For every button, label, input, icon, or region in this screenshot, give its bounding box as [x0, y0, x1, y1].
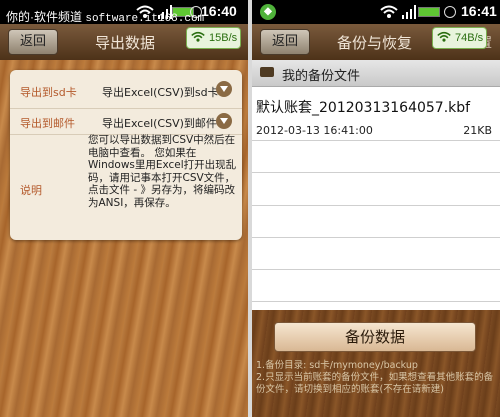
watermark: 你的·软件频道 software.it168.com — [6, 8, 204, 25]
section-title: 我的备份文件 — [282, 69, 361, 84]
list-divider — [252, 269, 500, 270]
status-time-left: 16:40 — [201, 3, 237, 19]
description-text: 您可以导出数据到CSV中然后在电脑中查看。 您如果在Windows里用Excel… — [88, 134, 237, 209]
export-options-card: 导出到sd卡 导出Excel(CSV)到sd卡 导出到邮件 导出Excel(CS… — [10, 70, 242, 240]
list-divider — [252, 237, 500, 238]
chevron-down-icon[interactable] — [216, 81, 232, 97]
wifi-icon — [437, 31, 451, 42]
row-label: 说明 — [20, 184, 42, 197]
watermark-text: 你的·软件频道 — [6, 10, 82, 24]
description-row: 说明 您可以导出数据到CSV中然后在电脑中查看。 您如果在Windows里用Ex… — [10, 134, 242, 240]
title-bar-backup: 返回 备份与恢复 设置 74B/s — [252, 24, 500, 61]
title-bar-export: 返回 导出数据 15B/s — [0, 24, 248, 61]
app-logo-icon: ◆ — [260, 4, 276, 20]
watermark-domain: software.it168.com — [85, 13, 205, 25]
backup-notes: 1.备份目录: sd卡/mymoney/backup 2.只显示当前账套的备份文… — [256, 360, 494, 395]
wifi-icon — [191, 31, 205, 42]
list-divider — [252, 301, 500, 302]
backup-file-date: 2012-03-13 16:41:00 — [256, 124, 373, 137]
list-divider — [252, 172, 500, 173]
backup-data-button[interactable]: 备份数据 — [274, 322, 476, 352]
back-button[interactable]: 返回 — [260, 29, 310, 55]
screenshot-composite: 16:40 ◆ 16:41 你的·软件频道 software.it168.com… — [0, 0, 500, 417]
back-button[interactable]: 返回 — [8, 29, 58, 55]
chevron-down-icon[interactable] — [216, 113, 232, 129]
folder-icon — [260, 67, 274, 77]
network-speed-badge: 15B/s — [186, 27, 242, 49]
backup-file-name[interactable]: 默认账套_20120313164057.kbf — [256, 97, 470, 117]
row-value: 导出Excel(CSV)到邮件 — [102, 117, 217, 130]
status-time-right: 16:41 — [461, 3, 497, 19]
list-divider — [252, 140, 500, 141]
wifi-icon — [380, 5, 398, 18]
battery-icon — [418, 7, 440, 17]
backup-file-size: 21KB — [463, 124, 492, 137]
export-panel: 导出到sd卡 导出Excel(CSV)到sd卡 导出到邮件 导出Excel(CS… — [0, 60, 248, 417]
status-bar-right: ◆ 16:41 — [252, 0, 500, 24]
network-speed-badge: 74B/s — [432, 27, 488, 49]
row-value: 导出Excel(CSV)到sd卡 — [102, 86, 219, 99]
row-label: 导出到sd卡 — [20, 86, 77, 99]
row-label: 导出到邮件 — [20, 117, 75, 130]
backup-panel: 我的备份文件 默认账套_20120313164057.kbf 2012-03-1… — [252, 60, 500, 417]
list-divider — [252, 205, 500, 206]
network-speed-value: 74B/s — [455, 32, 484, 44]
export-sd-row[interactable]: 导出到sd卡 导出Excel(CSV)到sd卡 — [10, 70, 242, 109]
export-email-row[interactable]: 导出到邮件 导出Excel(CSV)到邮件 — [10, 108, 242, 135]
page-title: 导出数据 — [95, 34, 156, 52]
page-title: 备份与恢复 — [337, 34, 413, 52]
network-speed-value: 15B/s — [209, 32, 238, 44]
signal-icon — [402, 5, 416, 19]
alarm-icon — [444, 6, 456, 18]
section-header: 我的备份文件 — [252, 60, 500, 87]
